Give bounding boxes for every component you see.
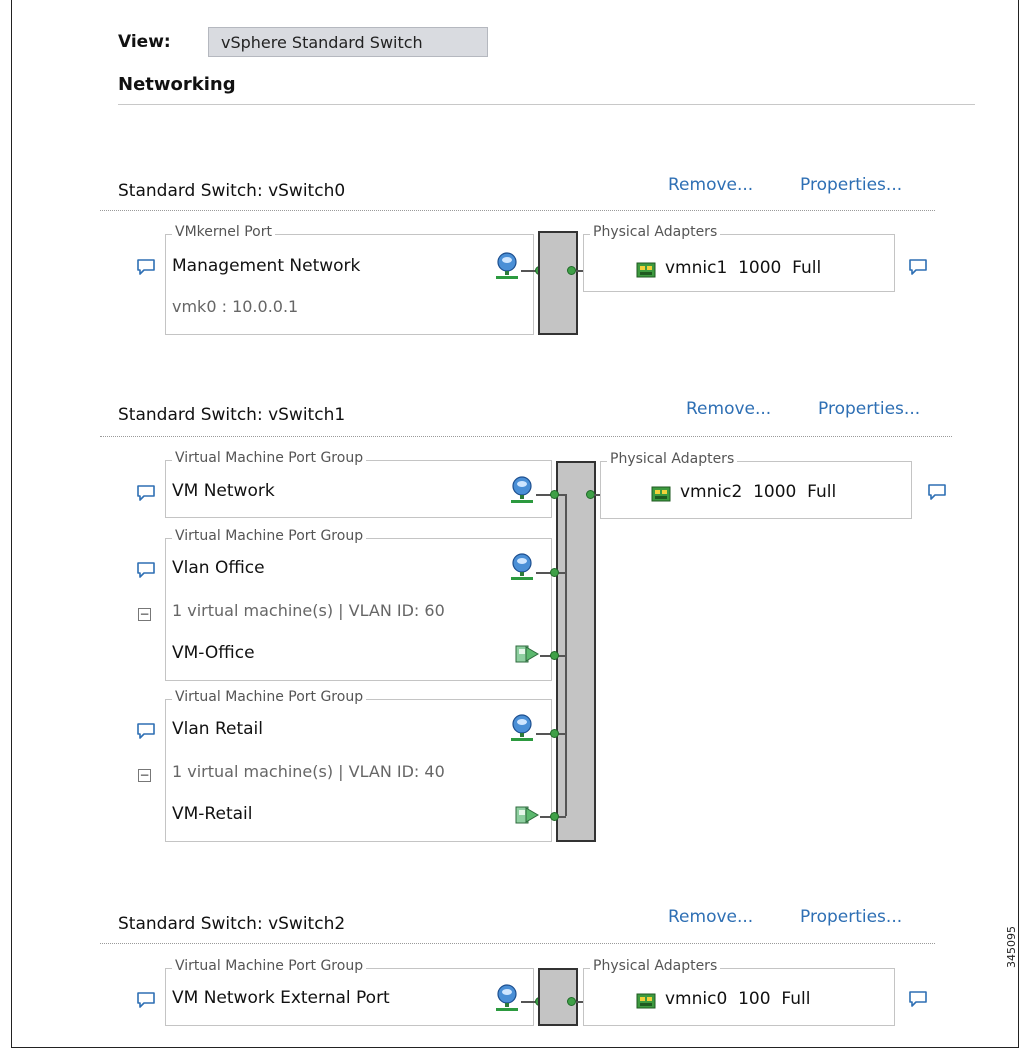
comment-icon[interactable] (136, 991, 156, 1009)
adapter-name: vmnic0 (665, 989, 728, 1009)
comment-icon[interactable] (136, 561, 156, 579)
properties-link-vswitch0[interactable]: Properties... (800, 175, 902, 195)
remove-link-vswitch1[interactable]: Remove... (686, 399, 771, 419)
header-divider (118, 104, 975, 105)
figure-code: 345095 (1005, 926, 1018, 968)
port-group-legend: VMkernel Port (172, 224, 275, 240)
adapter-name: vmnic1 (665, 258, 728, 278)
nic-icon (636, 993, 656, 1009)
adapter-vmnic2[interactable]: vmnic2 1000 Full (680, 482, 836, 502)
vlan-summary: 1 virtual machine(s) | VLAN ID: 60 (172, 601, 445, 620)
port-group-box (165, 234, 534, 335)
connection-dot (550, 812, 559, 821)
adapter-speed: 1000 (753, 482, 797, 502)
port-group-legend: Virtual Machine Port Group (172, 958, 367, 974)
figure-frame (11, 0, 1019, 1048)
view-label: View: (118, 32, 171, 52)
physical-adapters-legend: Physical Adapters (590, 958, 721, 974)
switch-title-vswitch0: Standard Switch: vSwitch0 (118, 181, 346, 201)
adapter-speed: 1000 (738, 258, 782, 278)
port-group-legend: Virtual Machine Port Group (172, 450, 367, 466)
connection-dot (550, 651, 559, 660)
physical-adapters-legend: Physical Adapters (590, 224, 721, 240)
connection-dot (550, 729, 559, 738)
adapter-duplex: Full (807, 482, 837, 502)
port-name-vlan-retail[interactable]: Vlan Retail (172, 719, 263, 739)
adapter-duplex: Full (792, 258, 822, 278)
network-icon (509, 713, 535, 743)
comment-icon[interactable] (136, 258, 156, 276)
switch-title-vswitch2: Standard Switch: vSwitch2 (118, 914, 346, 934)
vlan-summary: 1 virtual machine(s) | VLAN ID: 40 (172, 762, 445, 781)
switch-bar-vswitch0 (538, 231, 578, 335)
adapter-duplex: Full (781, 989, 811, 1009)
port-name-vm-network-external[interactable]: VM Network External Port (172, 988, 390, 1008)
comment-icon[interactable] (136, 722, 156, 740)
vm-name-office[interactable]: VM-Office (172, 643, 255, 663)
adapter-name: vmnic2 (680, 482, 743, 502)
vm-name-retail[interactable]: VM-Retail (172, 804, 252, 824)
comment-icon[interactable] (908, 990, 928, 1008)
switch-divider (100, 210, 935, 211)
switch-bar-vswitch1 (556, 461, 596, 842)
comment-icon[interactable] (136, 484, 156, 502)
properties-link-vswitch1[interactable]: Properties... (818, 399, 920, 419)
network-icon (509, 475, 535, 505)
virtual-machine-icon (514, 642, 540, 666)
connection-dot (550, 568, 559, 577)
network-icon (494, 251, 520, 281)
connection-dot (567, 266, 576, 275)
adapter-speed: 100 (738, 989, 771, 1009)
physical-adapters-legend: Physical Adapters (607, 451, 738, 467)
switch-divider (100, 436, 952, 437)
switch-divider (100, 943, 935, 944)
comment-icon[interactable] (927, 483, 947, 501)
adapter-vmnic0[interactable]: vmnic0 100 Full (665, 989, 810, 1009)
virtual-machine-icon (514, 803, 540, 827)
comment-icon[interactable] (908, 258, 928, 276)
view-selector[interactable]: vSphere Standard Switch (208, 27, 488, 57)
remove-link-vswitch2[interactable]: Remove... (668, 907, 753, 927)
network-icon (494, 983, 520, 1013)
remove-link-vswitch0[interactable]: Remove... (668, 175, 753, 195)
port-address: vmk0 : 10.0.0.1 (172, 297, 299, 316)
nic-icon (651, 486, 671, 502)
adapter-vmnic1[interactable]: vmnic1 1000 Full (665, 258, 821, 278)
network-icon (509, 552, 535, 582)
page-title: Networking (118, 74, 236, 95)
connection-dot (550, 490, 559, 499)
port-name-vm-network[interactable]: VM Network (172, 481, 275, 501)
port-name-management-network[interactable]: Management Network (172, 256, 360, 276)
properties-link-vswitch2[interactable]: Properties... (800, 907, 902, 927)
port-group-legend: Virtual Machine Port Group (172, 689, 367, 705)
port-group-legend: Virtual Machine Port Group (172, 528, 367, 544)
nic-icon (636, 262, 656, 278)
collapse-toggle[interactable]: − (138, 608, 151, 621)
port-name-vlan-office[interactable]: Vlan Office (172, 558, 265, 578)
collapse-toggle[interactable]: − (138, 769, 151, 782)
switch-title-vswitch1: Standard Switch: vSwitch1 (118, 405, 346, 425)
connection-dot (567, 997, 576, 1006)
